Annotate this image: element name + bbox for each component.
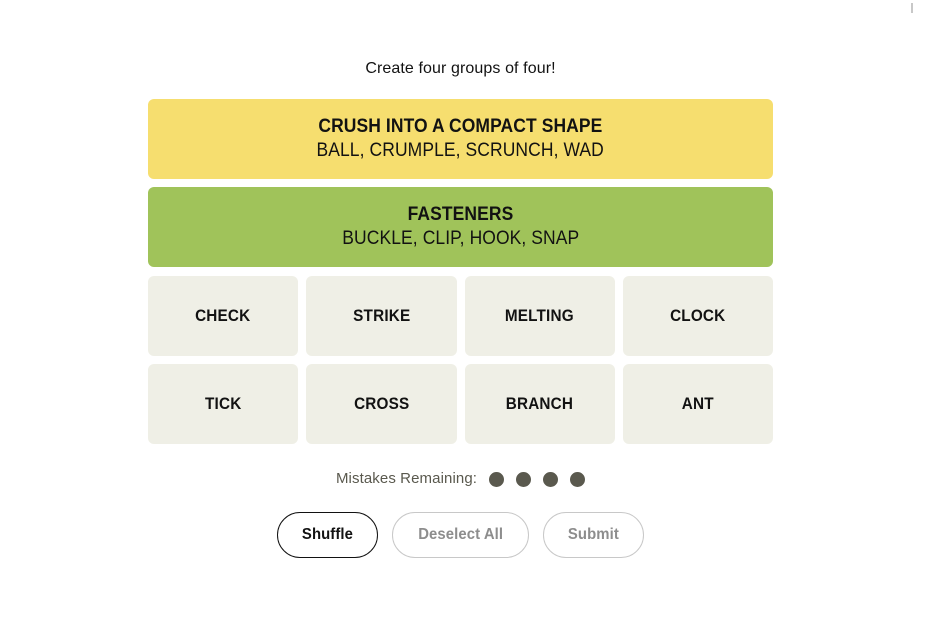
word-tile[interactable]: CHECK [148, 276, 299, 356]
shuffle-button[interactable]: Shuffle [276, 512, 378, 558]
word-tile[interactable]: CLOCK [622, 276, 773, 356]
solved-group-green: FASTENERS BUCKLE, CLIP, HOOK, SNAP [148, 187, 773, 267]
word-tile[interactable]: STRIKE [306, 276, 457, 356]
mistakes-remaining-row: Mistakes Remaining: [148, 466, 773, 492]
instruction-text: Create four groups of four! [365, 60, 556, 77]
mistake-dot [570, 471, 586, 487]
controls-row: Shuffle Deselect All Submit [148, 512, 773, 558]
mistake-dot [516, 471, 532, 487]
word-tile-label: TICK [204, 394, 242, 413]
word-tile-label: STRIKE [352, 306, 410, 325]
word-tile-label: CLOCK [670, 306, 726, 325]
word-tile-label: CROSS [353, 394, 410, 413]
solved-group-members: BALL, CRUMPLE, SCRUNCH, WAD [316, 140, 605, 161]
solved-group-members: BUCKLE, CLIP, HOOK, SNAP [342, 228, 579, 249]
mistake-dots [489, 471, 586, 487]
word-tile[interactable]: ANT [622, 364, 773, 444]
word-tile-label: ANT [681, 394, 714, 413]
submit-button-label: Submit [568, 526, 620, 543]
deselect-all-button: Deselect All [391, 512, 530, 558]
word-tile[interactable]: CROSS [306, 364, 457, 444]
deselect-all-button-label: Deselect All [418, 526, 504, 543]
word-tile[interactable]: MELTING [464, 276, 615, 356]
mistake-dot [489, 471, 505, 487]
word-tile-label: MELTING [505, 306, 575, 325]
solved-group-title: CRUSH INTO A COMPACT SHAPE [318, 116, 603, 137]
submit-button: Submit [543, 512, 645, 558]
word-tile[interactable]: BRANCH [464, 364, 615, 444]
solved-group-yellow: CRUSH INTO A COMPACT SHAPE BALL, CRUMPLE,… [148, 99, 773, 179]
word-tile-label: CHECK [195, 306, 251, 325]
mistake-dot [543, 471, 559, 487]
word-tile[interactable]: TICK [148, 364, 299, 444]
connections-game-screen: Create four groups of four! CRUSH INTO A… [0, 0, 939, 621]
solved-group-title: FASTENERS [407, 204, 514, 225]
game-board: Create four groups of four! CRUSH INTO A… [148, 0, 773, 621]
shuffle-button-label: Shuffle [301, 526, 353, 543]
word-tile-label: BRANCH [505, 394, 574, 413]
scrollbar-nub[interactable] [911, 3, 913, 13]
tile-grid: CHECK STRIKE MELTING CLOCK TICK CROSS BRANCH AN… [148, 276, 773, 444]
mistakes-remaining-label: Mistakes Remaining: [335, 470, 478, 487]
